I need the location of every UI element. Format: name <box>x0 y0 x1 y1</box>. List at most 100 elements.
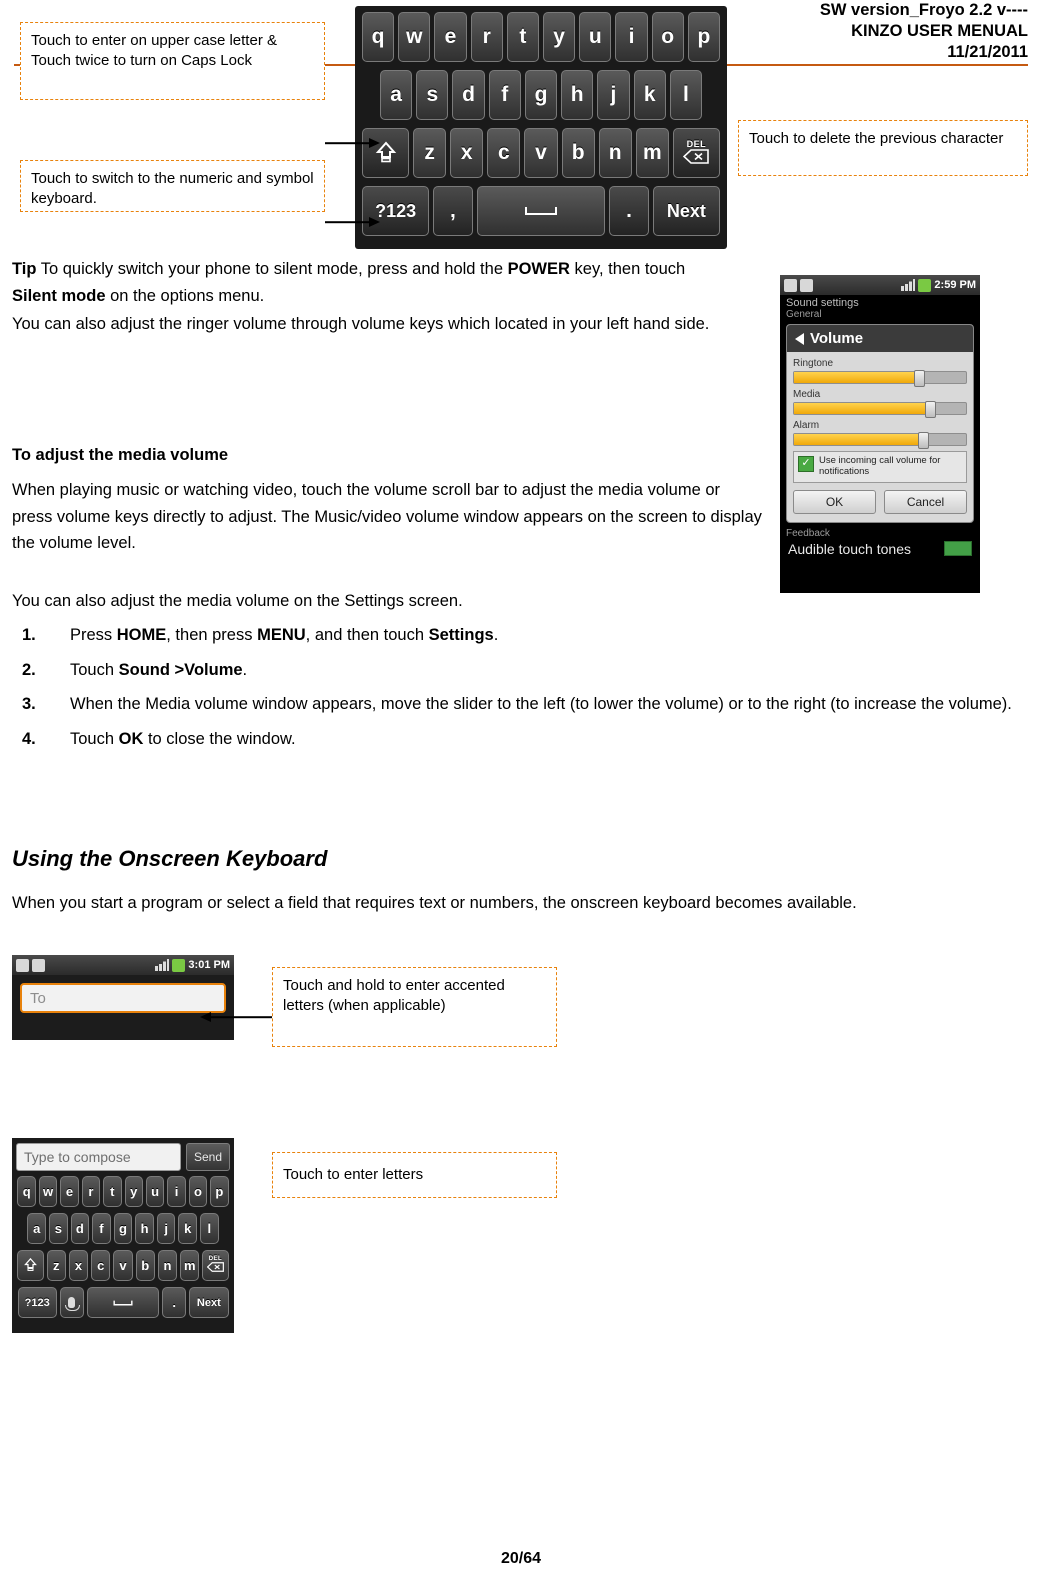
compose-input[interactable]: Type to compose <box>16 1143 181 1171</box>
key-y[interactable]: y <box>543 12 576 62</box>
compose-input-placeholder: Type to compose <box>24 1149 131 1165</box>
small-keyboard-row-4: ?123 . Next <box>16 1287 230 1321</box>
step-item-2: 2. Touch Sound >Volume. <box>12 657 1012 684</box>
key-f[interactable]: f <box>488 70 521 120</box>
small-key-n[interactable]: n <box>157 1250 178 1281</box>
small-key-v[interactable]: v <box>113 1250 133 1281</box>
callout-accented-letters-text: Touch and hold to enter accented letters… <box>283 977 505 1014</box>
delete-key[interactable]: DEL <box>672 128 720 178</box>
key-u[interactable]: u <box>579 12 612 62</box>
period-key[interactable]: . <box>609 186 649 236</box>
key-x[interactable]: x <box>450 128 484 178</box>
small-key-l[interactable]: l <box>199 1213 219 1244</box>
incoming-call-volume-checkbox-row[interactable]: ✓ Use incoming call volume for notificat… <box>793 451 967 483</box>
dialog-buttons: OK Cancel <box>793 489 967 514</box>
checkbox-checked-icon[interactable]: ✓ <box>798 456 814 472</box>
small-key-x[interactable]: x <box>68 1250 89 1281</box>
key-d[interactable]: d <box>452 70 485 120</box>
small-key-w[interactable]: w <box>38 1176 58 1207</box>
small-key-h[interactable]: h <box>135 1213 154 1244</box>
onscreen-keyboard-large[interactable]: q w e r t y u i o p a s d f g h j k l z … <box>355 6 727 249</box>
small-key-c[interactable]: c <box>91 1250 111 1281</box>
small-keyboard-row-3: z x c v b n m DEL <box>16 1250 230 1284</box>
key-j[interactable]: j <box>597 70 630 120</box>
key-l[interactable]: l <box>669 70 702 120</box>
small-key-m[interactable]: m <box>180 1250 200 1281</box>
comma-key[interactable]: , <box>433 186 473 236</box>
tip-power-key: POWER <box>507 260 570 278</box>
small-key-t[interactable]: t <box>103 1176 122 1207</box>
key-b[interactable]: b <box>561 128 595 178</box>
key-c[interactable]: c <box>487 128 521 178</box>
key-v[interactable]: v <box>524 128 558 178</box>
media-volume-steps: 1. Press HOME, then press MENU, and then… <box>12 622 1012 761</box>
small-key-y[interactable]: y <box>124 1176 143 1207</box>
small-key-g[interactable]: g <box>113 1213 133 1244</box>
arrow-to-shift-key <box>325 136 380 150</box>
small-key-f[interactable]: f <box>92 1213 111 1244</box>
space-key[interactable] <box>476 186 606 236</box>
tip-text-b: key, then touch <box>569 260 686 278</box>
small-numeric-key[interactable]: ?123 <box>17 1287 57 1318</box>
key-m[interactable]: m <box>635 128 669 178</box>
small-key-d[interactable]: d <box>70 1213 90 1244</box>
keyboard-row-4: ?123 , . Next <box>360 186 722 240</box>
key-q[interactable]: q <box>361 12 395 62</box>
key-s[interactable]: s <box>416 70 449 120</box>
small-key-i[interactable]: i <box>167 1176 186 1207</box>
ok-button[interactable]: OK <box>793 489 876 514</box>
volume-label-ringtone: Ringtone <box>793 358 834 369</box>
volume-slider-media[interactable] <box>793 401 967 418</box>
key-e[interactable]: e <box>434 12 467 62</box>
key-h[interactable]: h <box>561 70 594 120</box>
small-key-q[interactable]: q <box>17 1176 36 1207</box>
volume-row-ringtone: Ringtone <box>793 358 967 387</box>
key-t[interactable]: t <box>506 12 539 62</box>
speaker-icon <box>795 332 804 345</box>
small-key-p[interactable]: p <box>210 1176 229 1207</box>
audible-touch-tones-toggle[interactable] <box>944 541 972 557</box>
signal-icon <box>901 279 916 291</box>
small-key-k[interactable]: k <box>178 1213 197 1244</box>
key-g[interactable]: g <box>524 70 558 120</box>
small-key-j[interactable]: j <box>156 1213 176 1244</box>
microphone-key[interactable] <box>59 1287 84 1318</box>
key-o[interactable]: o <box>651 12 684 62</box>
key-p[interactable]: p <box>687 12 721 62</box>
small-key-s[interactable]: s <box>49 1213 68 1244</box>
audible-touch-tones-row[interactable]: Audible touch tones <box>780 539 980 563</box>
key-r[interactable]: r <box>470 12 503 62</box>
onscreen-keyboard-small[interactable]: q w e r t y u i o p a s d f g h j k l z … <box>16 1176 230 1321</box>
key-i[interactable]: i <box>615 12 648 62</box>
key-z[interactable]: z <box>413 128 447 178</box>
cancel-button[interactable]: Cancel <box>884 489 967 514</box>
key-k[interactable]: k <box>633 70 666 120</box>
small-key-a[interactable]: a <box>27 1213 47 1244</box>
send-button[interactable]: Send <box>186 1143 230 1171</box>
small-key-o[interactable]: o <box>188 1176 208 1207</box>
to-recipient-field[interactable]: To <box>20 983 226 1013</box>
tip-silent-mode: Silent mode <box>12 286 106 305</box>
key-n[interactable]: n <box>598 128 632 178</box>
step-number-2: 2. <box>22 660 36 679</box>
small-delete-key[interactable]: DEL <box>202 1250 229 1281</box>
small-next-key[interactable]: Next <box>189 1287 229 1318</box>
audible-touch-tones-label: Audible touch tones <box>788 540 911 557</box>
step-text-2: Touch Sound >Volume. <box>70 660 248 679</box>
status-bar: 2:59 PM <box>780 275 980 295</box>
small-space-key[interactable] <box>86 1287 160 1318</box>
volume-slider-alarm[interactable] <box>793 432 967 449</box>
media-volume-paragraph-2: You can also adjust the media volume on … <box>12 592 463 610</box>
volume-slider-ringtone[interactable] <box>793 370 967 387</box>
next-key[interactable]: Next <box>652 186 720 236</box>
small-key-z[interactable]: z <box>46 1250 66 1281</box>
status-left-icons <box>784 278 813 292</box>
key-a[interactable]: a <box>380 70 413 120</box>
small-period-key[interactable]: . <box>162 1287 187 1318</box>
small-key-e[interactable]: e <box>60 1176 79 1207</box>
small-shift-key[interactable] <box>17 1250 44 1281</box>
small-key-u[interactable]: u <box>145 1176 165 1207</box>
small-key-b[interactable]: b <box>135 1250 155 1281</box>
key-w[interactable]: w <box>398 12 431 62</box>
small-key-r[interactable]: r <box>81 1176 101 1207</box>
